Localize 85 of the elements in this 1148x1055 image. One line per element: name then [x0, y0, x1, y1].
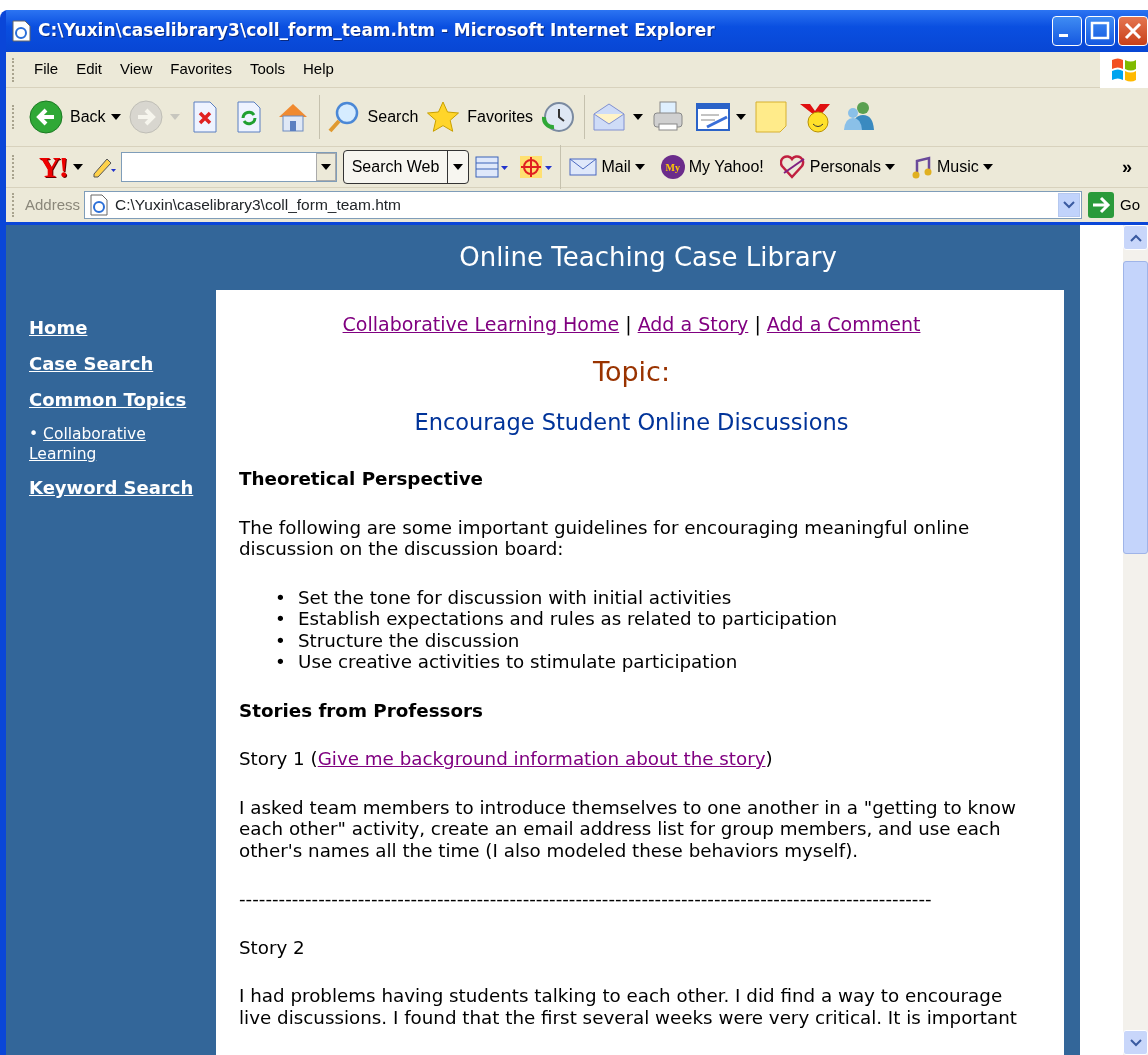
site-title: Online Teaching Case Library [458, 240, 838, 274]
mail-button[interactable]: Mail [564, 155, 650, 179]
paragraph: I had problems having students talking to each other. I did find a way to encourage live discussions. I found that the first several weeks were very critical. It is important [239, 985, 1018, 1028]
section-heading: Stories from Professors [239, 699, 484, 721]
my-badge: My [660, 155, 685, 179]
sidebar-link[interactable]: Common Topics [29, 387, 216, 412]
paragraph: Story 2 [239, 936, 306, 958]
chevron-icon[interactable] [1063, 201, 1075, 209]
maximize-button[interactable] [1085, 16, 1115, 46]
scroll-up-button[interactable] [1123, 225, 1148, 250]
caret-icon[interactable] [72, 164, 83, 170]
close-button[interactable] [1118, 16, 1148, 46]
minimize-button[interactable] [1052, 16, 1082, 46]
bullet: • [275, 651, 287, 673]
my-yahoo-button[interactable]: My My Yahoo! [655, 155, 769, 179]
heart-icon [779, 155, 806, 179]
caret-icon [453, 164, 464, 170]
chevron-icon [1129, 1038, 1142, 1047]
layout-icon [474, 154, 509, 180]
caret-icon [169, 114, 180, 120]
paragraph: The following are some important guidelines for encouraging meaningful online discussion on the discussion board: [239, 516, 971, 560]
story-link[interactable]: Give me background information about the story [317, 748, 766, 769]
nav-link[interactable]: Add a Story [637, 312, 749, 335]
list-item: Establish expectations and rules as related to participation [298, 608, 838, 629]
menu-item[interactable]: Tools [240, 58, 294, 81]
bullet: • [275, 608, 287, 630]
menu-item[interactable]: View [111, 58, 162, 81]
target-icon [518, 154, 553, 180]
music-icon [910, 155, 933, 179]
sidebar-link[interactable]: • Collaborative Learning [29, 423, 189, 464]
chevron-icon [1129, 233, 1142, 242]
dashed-line: --------------------------------------------------------------------------------------------------------- [239, 888, 933, 910]
sidebar-link[interactable]: Keyword Search [29, 475, 216, 500]
topic-label: Topic: [592, 355, 671, 390]
back-icon [29, 100, 65, 134]
caret-icon [634, 164, 645, 170]
window-title: C:\Yuxin\caselibrary3\coll_form_team.htm - Microsoft Internet Explorer [38, 19, 715, 43]
page-icon [89, 194, 110, 216]
more-button[interactable]: » [1116, 152, 1138, 182]
nav-link[interactable]: Collaborative Learning Home [342, 312, 620, 335]
scroll-thumb[interactable] [1123, 261, 1148, 554]
scrollbar[interactable] [1123, 225, 1148, 1055]
address-field[interactable]: C:\Yuxin\caselibrary3\coll_form_team.htm [84, 191, 1082, 219]
nav-link[interactable]: Add a Comment [766, 312, 921, 335]
address-label: Address [25, 194, 81, 215]
menu-item[interactable]: Favorites [161, 58, 241, 81]
paragraph: I asked team members to introduce themselves to one another in a "getting to know each other" activity, create an email address list for group members, and use each other's names all the time (I also modeled these behaviors myself). [239, 796, 1017, 861]
close-icon [1124, 22, 1142, 40]
search-field[interactable] [120, 152, 337, 182]
search-button[interactable]: Search [322, 98, 423, 136]
menu-item[interactable]: File [25, 58, 68, 81]
caret-icon [633, 114, 644, 120]
caret-icon [736, 114, 747, 120]
edit-icon [695, 100, 732, 134]
music-button[interactable]: Music [905, 155, 998, 179]
list-item: Structure the discussion [298, 629, 520, 651]
caret-icon [320, 164, 331, 170]
list-item: Use creative activities to stimulate participation [298, 651, 738, 672]
list-item: Set the tone for discussion with initial activities [298, 586, 732, 608]
scroll-down-button[interactable] [1123, 1030, 1148, 1055]
sidebar-link[interactable]: Case Search [29, 351, 216, 376]
star-button[interactable]: Favorites [422, 98, 538, 136]
go-button[interactable]: Go [1082, 192, 1148, 218]
heart-button[interactable]: Personals [774, 155, 900, 179]
sidebar-link[interactable]: Home [29, 315, 216, 340]
caret-icon [110, 114, 121, 120]
envelope-icon [569, 156, 598, 178]
search-web-button[interactable]: Search Web [342, 150, 470, 184]
minimize-icon [1059, 34, 1068, 37]
maximize-icon [1090, 21, 1110, 40]
separator: | [754, 312, 761, 335]
caret-icon [982, 164, 993, 170]
forward-icon [128, 100, 165, 134]
yahoo-logo[interactable]: Y! [39, 152, 67, 182]
menu-item[interactable]: Help [294, 58, 343, 81]
section-heading: Theoretical Perspective [239, 468, 484, 490]
story-line: Story 1 (Give me background information about the story) [239, 748, 774, 770]
menu-item[interactable]: Edit [67, 58, 112, 81]
bullet: • [275, 629, 287, 651]
bullet: • [275, 586, 287, 608]
caret-icon [884, 164, 895, 170]
topic-title: Encourage Student Online Discussions [413, 408, 850, 438]
page-icon [10, 19, 32, 43]
back-button[interactable]: Back [25, 98, 125, 136]
separator: | [625, 312, 632, 335]
